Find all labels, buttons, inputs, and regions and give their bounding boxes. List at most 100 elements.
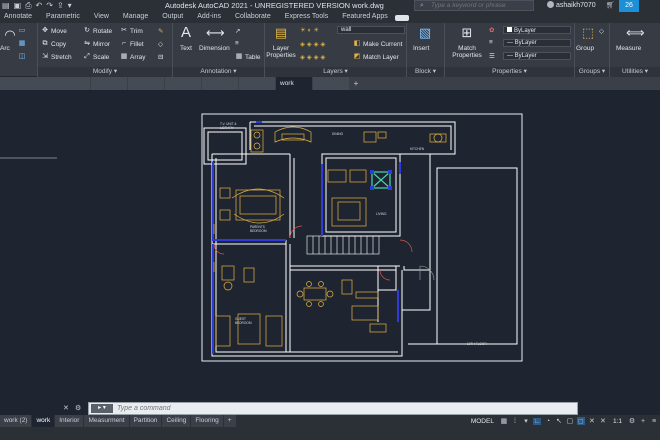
block-panel-title[interactable]: Block ▾ bbox=[407, 67, 444, 77]
layer-dropdown[interactable]: wall bbox=[337, 26, 405, 34]
layers-panel-title[interactable]: Layers ▾ bbox=[265, 67, 406, 77]
document-tab-blank-6[interactable] bbox=[239, 77, 275, 90]
settings-icon[interactable]: ⚙ bbox=[628, 417, 636, 425]
dropdown-chevron-icon[interactable]: ▾ bbox=[68, 1, 72, 11]
group-icon[interactable]: ⬚ bbox=[580, 25, 596, 41]
layer-properties-icon[interactable]: ▤ bbox=[273, 25, 289, 41]
document-tab-work[interactable]: work bbox=[276, 77, 312, 90]
menu-icon[interactable]: ≡ bbox=[650, 418, 658, 425]
copy-button[interactable]: ⧉ Copy bbox=[41, 40, 67, 48]
explode-icon[interactable]: ◇ bbox=[158, 40, 163, 48]
share-icon[interactable]: ⇪ bbox=[57, 1, 64, 11]
document-tab-blank-4[interactable] bbox=[165, 77, 201, 90]
move-button[interactable]: ✥ Move bbox=[41, 27, 67, 35]
document-tab-blank-2[interactable] bbox=[91, 77, 127, 90]
new-tab-icon[interactable]: + bbox=[350, 77, 362, 90]
tab-output[interactable]: Output bbox=[155, 12, 190, 23]
text-label[interactable]: Text bbox=[180, 45, 192, 52]
search-input[interactable] bbox=[415, 1, 533, 10]
dropdown-chevron-icon[interactable]: ▾ bbox=[522, 417, 530, 425]
tab-add-ins[interactable]: Add-ins bbox=[190, 12, 228, 23]
document-tab-blank[interactable] bbox=[0, 77, 90, 90]
text-icon[interactable]: A bbox=[178, 25, 194, 41]
draw-tool-icon[interactable]: ▭ bbox=[18, 27, 26, 35]
tab-express-tools[interactable]: Express Tools bbox=[278, 12, 335, 23]
stretch-button[interactable]: ⇲ Stretch bbox=[41, 53, 72, 61]
color-wheel-icon[interactable]: ✿ bbox=[489, 26, 494, 34]
command-input[interactable] bbox=[117, 403, 567, 414]
command-prompt-icon[interactable]: ▸ ▾ bbox=[91, 404, 113, 413]
lineweight-dropdown[interactable]: — ByLayer bbox=[503, 52, 571, 60]
annotation-panel-title[interactable]: Annotation ▾ bbox=[173, 67, 264, 77]
ribbon-toggle-icon[interactable] bbox=[394, 15, 409, 21]
document-tab-blank-5[interactable] bbox=[202, 77, 238, 90]
document-tab-blank-3[interactable] bbox=[128, 77, 164, 90]
tab-annotate[interactable]: Annotate bbox=[0, 12, 39, 23]
linetype-dropdown[interactable]: — ByLayer bbox=[503, 39, 571, 47]
groups-panel-title[interactable]: Groups ▾ bbox=[575, 67, 609, 77]
layer-tools-2-icons[interactable]: ◈ ◈ ◈ ◈ bbox=[300, 53, 325, 61]
table-button[interactable]: ▦ Table bbox=[235, 53, 261, 61]
print-icon[interactable]: ⎙ bbox=[25, 1, 31, 11]
make-current-button[interactable]: ◧ Make Current bbox=[353, 40, 403, 48]
layout-tab-partition[interactable]: Partition bbox=[129, 415, 162, 427]
plus-icon[interactable]: + bbox=[639, 418, 647, 425]
annotation-visibility-icon[interactable]: ✕ bbox=[599, 417, 607, 425]
dimension-icon[interactable]: ⟷ bbox=[206, 25, 225, 41]
tab-manage[interactable]: Manage bbox=[116, 12, 155, 23]
object-snap-icon[interactable]: ◻ bbox=[576, 417, 585, 425]
arc-icon[interactable]: ◠ bbox=[2, 27, 18, 43]
linetype-icon[interactable]: ≡ bbox=[489, 39, 493, 46]
properties-panel-title[interactable]: Properties ▾ bbox=[445, 67, 574, 77]
user-account[interactable]: ashaikh7070 bbox=[547, 1, 596, 9]
layout-tab-work[interactable]: work bbox=[32, 415, 55, 427]
array-button[interactable]: ▦ Array bbox=[120, 53, 146, 61]
measure-icon[interactable]: ⟺ bbox=[626, 25, 645, 41]
grid-icon[interactable]: ▦ bbox=[500, 417, 508, 425]
match-properties-label[interactable]: Match Properties bbox=[449, 45, 485, 59]
tab-view[interactable]: View bbox=[87, 12, 116, 23]
layer-properties-label[interactable]: Layer Properties bbox=[265, 45, 297, 59]
layer-tools-icons[interactable]: ◈ ◈ ◈ ◈ bbox=[300, 40, 325, 48]
color-dropdown[interactable]: ByLayer bbox=[503, 26, 571, 34]
insert-icon[interactable]: ▧ bbox=[417, 25, 433, 41]
multiline-icon[interactable]: ≡ bbox=[235, 40, 239, 47]
measure-label[interactable]: Measure bbox=[616, 45, 641, 52]
snap-icon[interactable]: ⁞ bbox=[511, 418, 519, 425]
leader-icon[interactable]: ↗ bbox=[235, 27, 240, 35]
undo-icon[interactable]: ↶ bbox=[36, 1, 43, 11]
tab-parametric[interactable]: Parametric bbox=[39, 12, 87, 23]
model-space-button[interactable]: MODEL bbox=[468, 418, 497, 425]
modify-panel-title[interactable]: Modify ▾ bbox=[38, 67, 172, 77]
scale-dropdown[interactable]: 1:1 bbox=[610, 418, 625, 425]
layout-tab-flooring[interactable]: Flooring bbox=[191, 415, 223, 427]
match-layer-button[interactable]: ◩ Match Layer bbox=[353, 53, 399, 61]
command-line[interactable]: ✕ ⚙ ▸ ▾ bbox=[63, 402, 578, 415]
save-icon[interactable]: ▣ bbox=[14, 1, 22, 11]
redo-icon[interactable]: ↷ bbox=[46, 1, 53, 11]
osnap-icon[interactable]: ▢ bbox=[566, 417, 574, 425]
layout-tab-interior[interactable]: Interior bbox=[55, 415, 84, 427]
rotate-button[interactable]: ↻ Rotate bbox=[83, 27, 112, 35]
lineweight-icon[interactable]: ☰ bbox=[489, 52, 495, 60]
mirror-button[interactable]: ⇋ Mirror bbox=[83, 40, 110, 48]
close-icon[interactable]: ✕ bbox=[63, 404, 69, 412]
offset-icon[interactable]: ⊟ bbox=[158, 53, 163, 61]
group-label[interactable]: Group bbox=[576, 45, 594, 52]
polar-icon[interactable]: ◔ bbox=[544, 418, 552, 425]
drawing-viewport[interactable]: T.V. UNIT & LIBRARY DINING KITCHEN PAREN… bbox=[0, 90, 660, 402]
floor-plan-drawing[interactable]: T.V. UNIT & LIBRARY DINING KITCHEN PAREN… bbox=[0, 90, 660, 402]
erase-icon[interactable]: ✎ bbox=[158, 27, 163, 35]
document-tab-blank-7[interactable] bbox=[313, 77, 349, 90]
open-icon[interactable]: ▤ bbox=[2, 1, 10, 11]
isodraft-icon[interactable]: ↖ bbox=[555, 417, 563, 425]
layout-tab-measurment[interactable]: Measurment bbox=[84, 415, 129, 427]
annotation-scale-icon[interactable]: ✕ bbox=[588, 417, 596, 425]
tab-collaborate[interactable]: Collaborate bbox=[228, 12, 278, 23]
boundary-icon[interactable]: ◫ bbox=[18, 53, 26, 61]
wrench-icon[interactable]: ⚙ bbox=[75, 404, 81, 412]
trim-button[interactable]: ✂ Trim bbox=[120, 27, 143, 35]
scale-button[interactable]: ⤢ Scale bbox=[83, 53, 109, 61]
utilities-panel-title[interactable]: Utilities ▾ bbox=[610, 67, 660, 77]
insert-label[interactable]: Insert bbox=[413, 45, 429, 52]
